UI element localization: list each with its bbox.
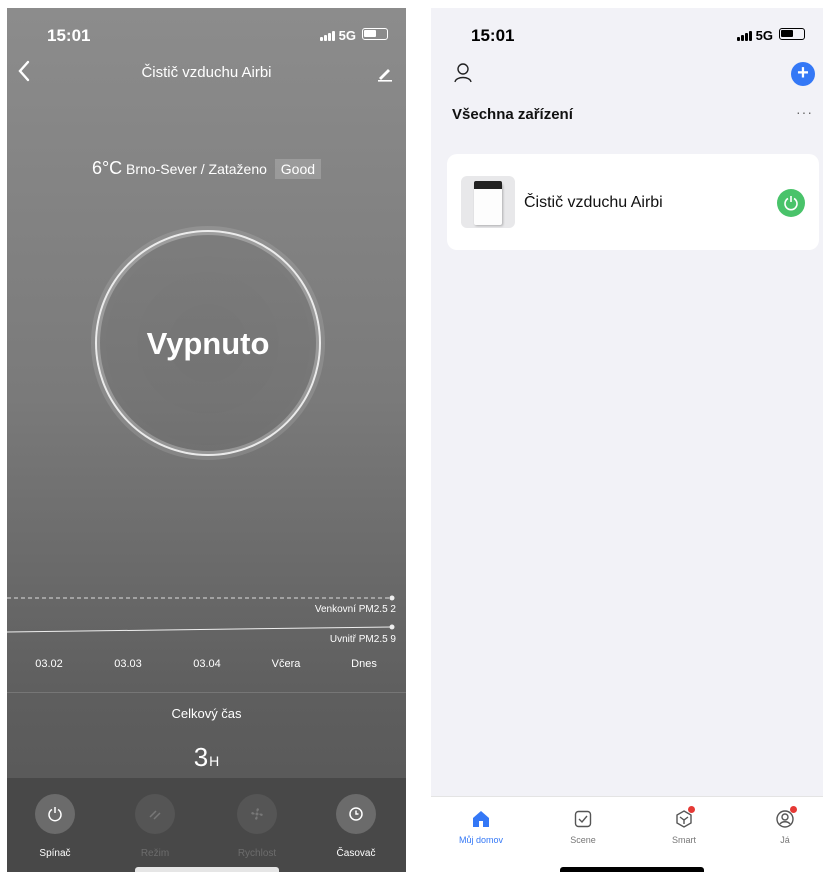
device-name: Čistič vzduchu Airbi: [524, 194, 663, 211]
home-icon: [473, 811, 489, 827]
outdoor-pm-label: Venkovní PM2.5 2: [314, 604, 396, 615]
user-icon: [454, 63, 472, 83]
tab-me[interactable]: Já: [750, 806, 820, 845]
total-time-unit: H: [209, 753, 220, 769]
tab-label: Já: [780, 835, 790, 845]
device-power-button[interactable]: [777, 189, 805, 217]
tab-my-home[interactable]: Můj domov: [446, 807, 516, 845]
scene-icon: [574, 810, 592, 828]
edit-button[interactable]: [376, 64, 394, 87]
timer-button[interactable]: Časovač: [326, 794, 386, 859]
pencil-icon: [378, 69, 392, 82]
control-label: Rychlost: [237, 848, 277, 859]
add-device-button[interactable]: +: [791, 62, 815, 86]
indoor-pm-label: Uvnitř PM2.5 9: [329, 634, 396, 645]
more-options-button[interactable]: ···: [796, 104, 813, 120]
total-time-value: 3H: [7, 742, 406, 773]
power-state-ring[interactable]: Vypnuto: [95, 230, 321, 456]
temperature: 6°C: [91, 158, 123, 178]
device-detail-screen: 15:01 5G Čistič vzduchu Airbi 6°C Brno-S…: [7, 8, 406, 872]
divider: [7, 692, 406, 693]
signal-indicator: 5G: [319, 28, 356, 44]
tab-label: Smart: [671, 835, 696, 845]
home-screen: 15:01 5G + Všechna zařízení ··· Čistič v…: [431, 8, 823, 872]
clock-icon: [349, 807, 363, 821]
tab-label: Scene: [570, 835, 596, 845]
mode-button[interactable]: Režim: [125, 794, 185, 859]
notification-badge: [688, 806, 695, 813]
battery-icon: [779, 28, 805, 40]
outdoor-pm-point: [389, 595, 395, 601]
weather-info: 6°C Brno-Sever / Zataženo Good: [7, 158, 406, 179]
date-label: 03.03: [114, 658, 142, 670]
power-switch-button[interactable]: Spínač: [25, 794, 85, 859]
tab-scene[interactable]: Scene: [548, 807, 618, 845]
control-label: Režim: [140, 848, 170, 859]
fan-icon: [251, 808, 263, 820]
air-quality-badge: Good: [274, 159, 322, 179]
device-card[interactable]: Čistič vzduchu Airbi: [447, 154, 819, 250]
signal-bars-icon: [319, 29, 336, 44]
header: +: [431, 60, 823, 90]
date-label: 03.02: [35, 658, 63, 670]
device-state: Vypnuto: [146, 326, 270, 361]
home-indicator: [560, 867, 704, 872]
tab-label: Můj domov: [458, 835, 503, 845]
notification-badge: [790, 806, 797, 813]
chart-dates: 03.02 03.03 03.04 Včera Dnes: [7, 658, 406, 678]
total-time-number: 3: [193, 742, 209, 772]
pm-chart: Venkovní PM2.5 2 Uvnitř PM2.5 9: [7, 588, 406, 648]
date-label: Dnes: [351, 658, 377, 670]
date-label: Včera: [271, 658, 301, 670]
network-type: 5G: [338, 28, 356, 43]
power-icon: [784, 196, 798, 211]
status-time: 15:01: [47, 26, 91, 45]
mode-icon: [149, 810, 161, 820]
user-button[interactable]: [453, 62, 473, 89]
status-bar: 15:01 5G: [431, 8, 823, 54]
page-title: Čistič vzduchu Airbi: [141, 64, 272, 81]
battery-icon: [362, 28, 388, 40]
control-bar: Spínač Režim Rychlost Časovač: [7, 778, 406, 872]
status-time: 15:01: [471, 26, 515, 45]
indoor-pm-line: [7, 626, 393, 633]
home-indicator: [135, 867, 279, 872]
network-type: 5G: [755, 28, 773, 43]
tab-bar: Můj domov Scene Smart Já: [431, 796, 823, 872]
power-icon: [48, 807, 62, 822]
tab-smart[interactable]: Smart: [649, 806, 719, 845]
total-time-label: Celkový čas: [171, 706, 242, 721]
speed-button[interactable]: Rychlost: [227, 794, 287, 859]
date-label: 03.04: [193, 658, 221, 670]
location-condition: Brno-Sever / Zataženo: [126, 161, 267, 177]
section-title: Všechna zařízení: [452, 106, 573, 123]
indoor-pm-point: [389, 624, 395, 630]
device-thumbnail: [461, 176, 515, 228]
control-label: Spínač: [39, 848, 71, 859]
nav-bar: Čistič vzduchu Airbi: [7, 60, 406, 90]
control-label: Časovač: [336, 848, 376, 859]
signal-bars-icon: [736, 29, 753, 44]
status-bar: 15:01 5G: [7, 8, 406, 54]
signal-indicator: 5G: [736, 28, 773, 44]
